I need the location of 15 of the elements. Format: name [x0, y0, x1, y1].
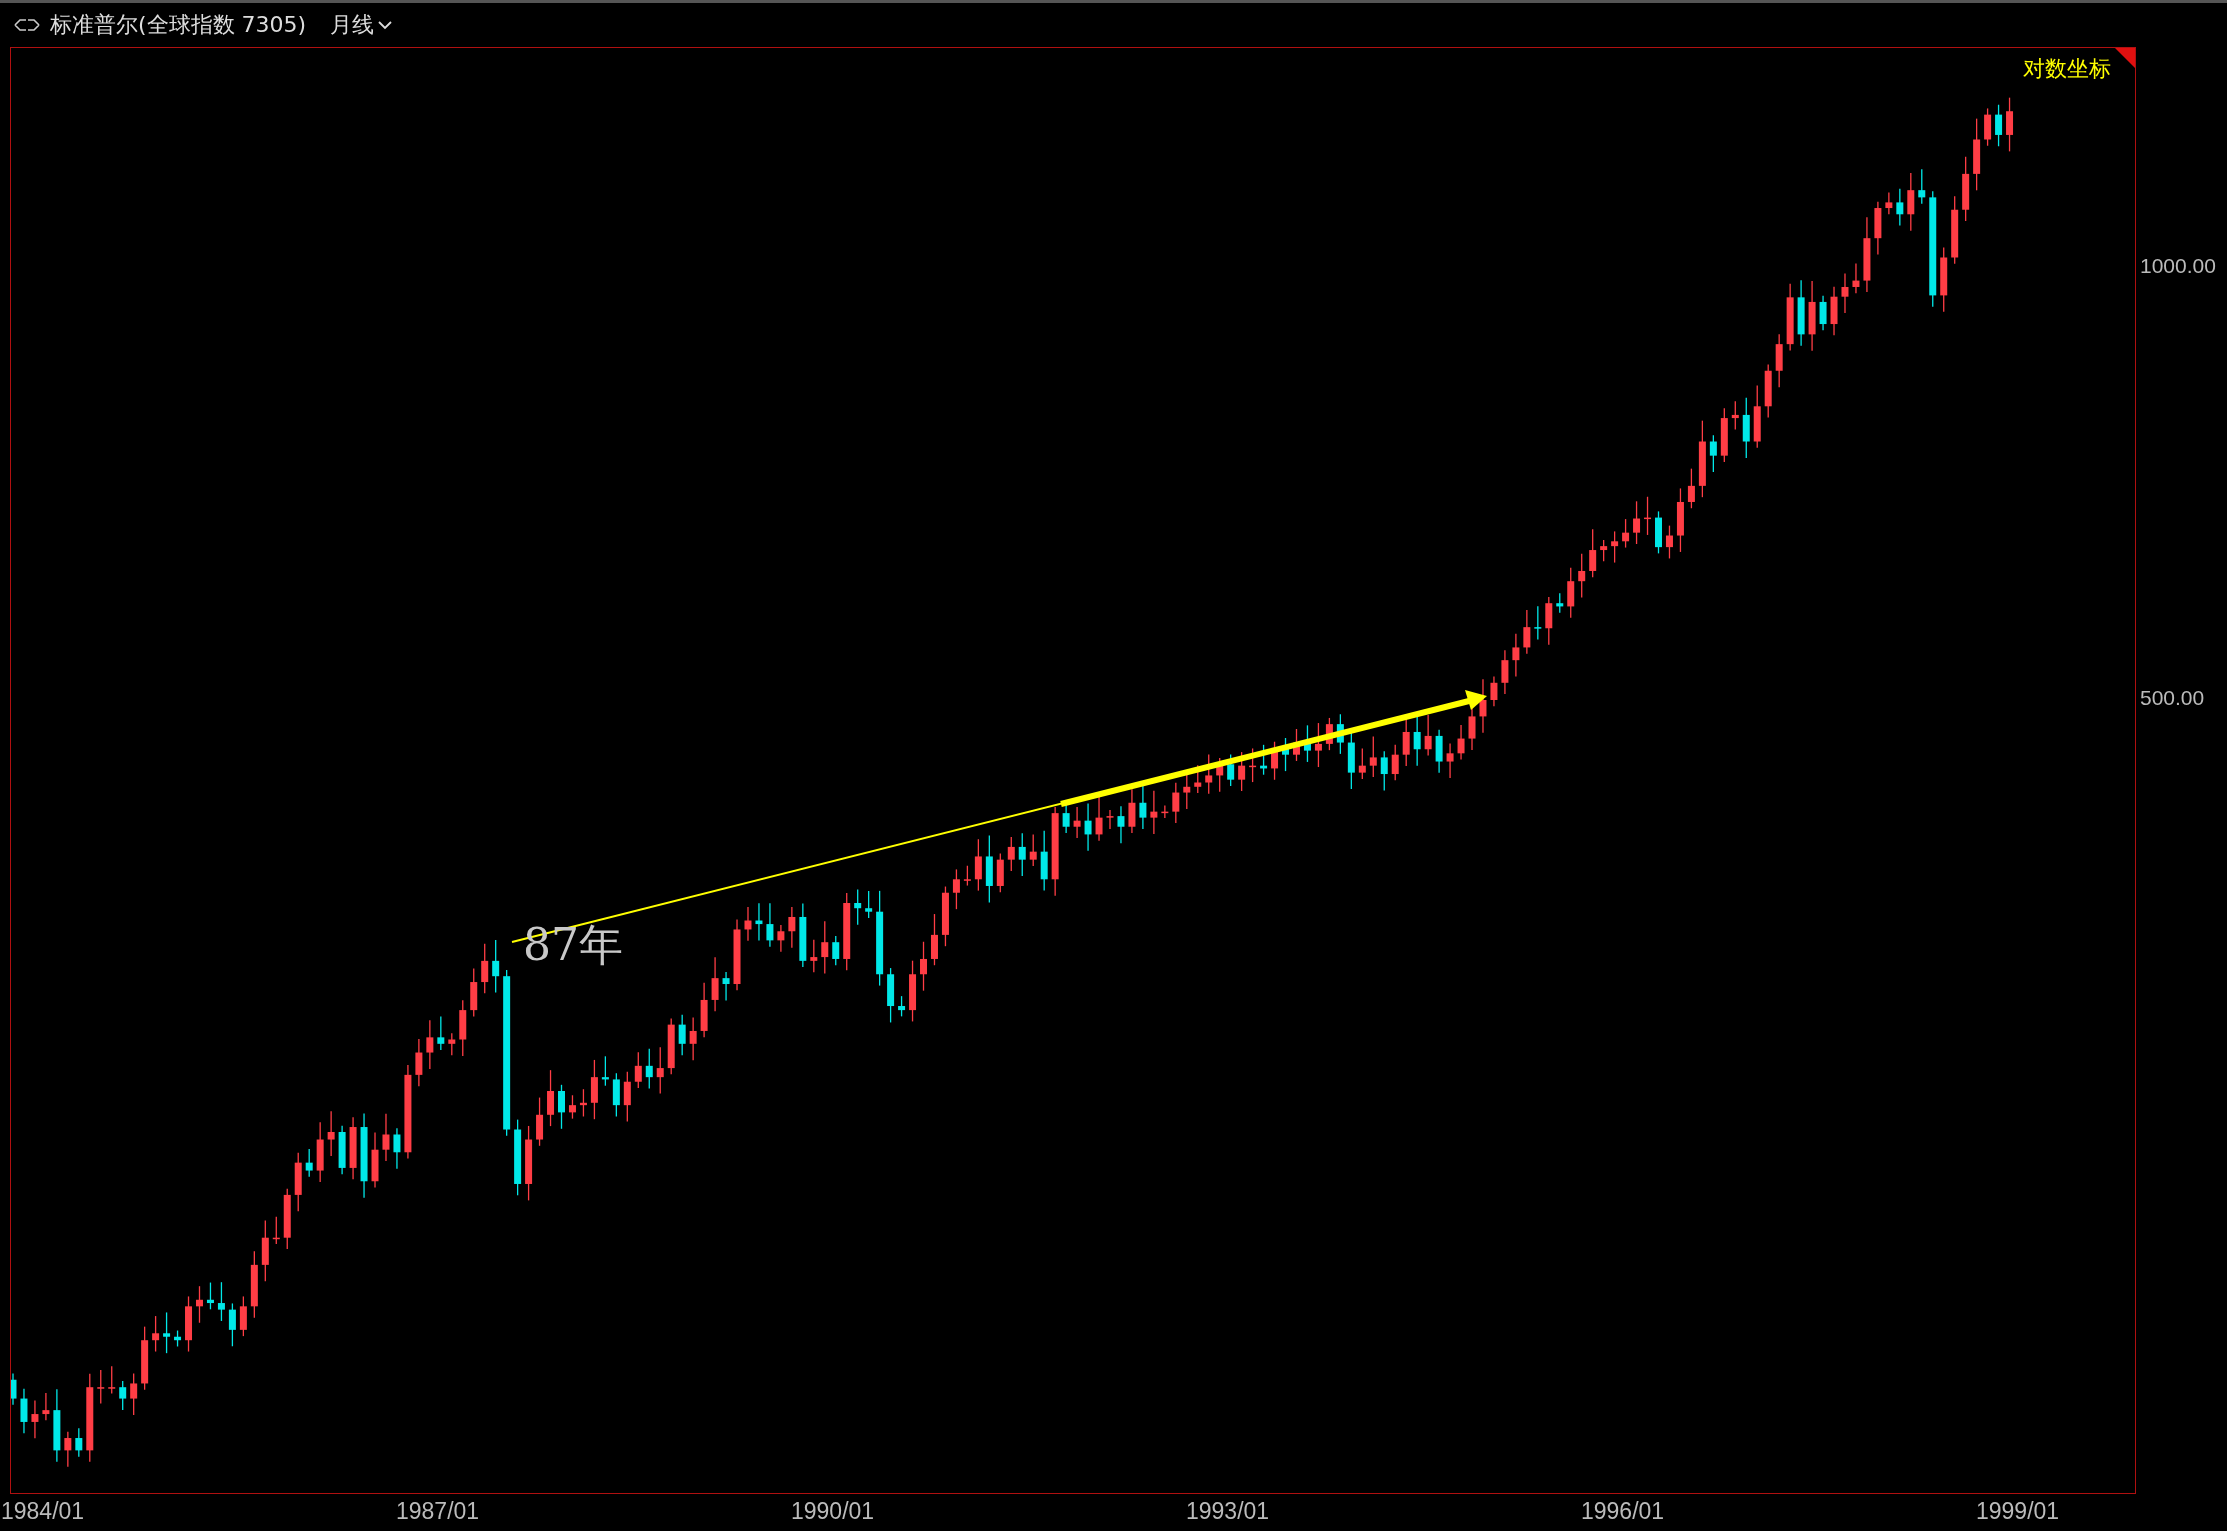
x-axis-label: 1993/01: [1186, 1498, 1270, 1525]
scale-mode-label[interactable]: 对数坐标: [2023, 54, 2111, 84]
corner-marker: [2115, 48, 2135, 68]
y-axis-label: 1000.00: [2140, 254, 2216, 278]
period-dropdown[interactable]: 月线: [330, 10, 393, 40]
x-axis-label: 1996/01: [1581, 1498, 1665, 1525]
x-axis-label: 1999/01: [1976, 1498, 2060, 1525]
link-icon[interactable]: [14, 18, 40, 32]
chevron-icon: [378, 20, 393, 30]
annotation-label: 87年: [523, 919, 623, 970]
instrument-title: 标准普尔(全球指数 7305): [50, 11, 307, 39]
x-axis-label: 1987/01: [396, 1498, 480, 1525]
y-axis-label: 500.00: [2140, 686, 2205, 710]
x-axis-label: 1990/01: [791, 1498, 875, 1525]
x-axis-label: 1984/01: [1, 1498, 85, 1525]
